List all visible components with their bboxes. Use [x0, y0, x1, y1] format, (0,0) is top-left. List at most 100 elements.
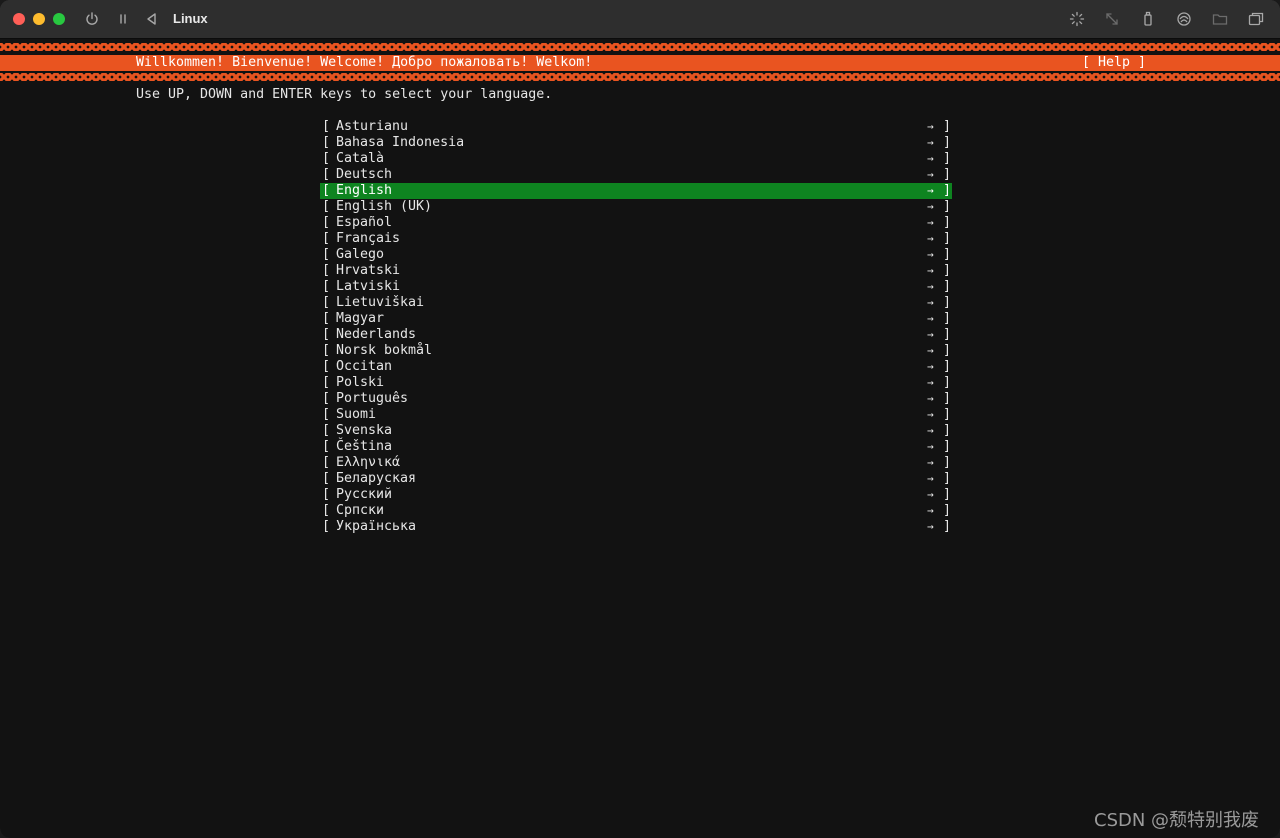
right-bracket: ] — [943, 151, 952, 166]
language-option[interactable]: [Asturianu →] — [320, 119, 952, 135]
minimize-window-button[interactable] — [33, 13, 45, 25]
language-option[interactable]: [Lietuviškai →] — [320, 295, 952, 311]
resize-icon[interactable] — [1102, 9, 1122, 29]
brightness-icon[interactable] — [1067, 9, 1087, 29]
right-bracket: ] — [943, 455, 952, 470]
vm-window: Linux Willkommen! Bienvenue! Welcome! До… — [0, 0, 1280, 838]
language-label: Беларуская — [336, 471, 417, 486]
left-bracket: [ — [322, 311, 331, 326]
right-bracket: ] — [943, 199, 952, 214]
language-label: Polski — [336, 375, 385, 390]
arrow-icon: → — [927, 456, 934, 469]
language-option[interactable]: [Deutsch →] — [320, 167, 952, 183]
left-bracket: [ — [322, 375, 331, 390]
arrow-icon: → — [927, 136, 934, 149]
left-bracket: [ — [322, 247, 331, 262]
right-bracket: ] — [943, 263, 952, 278]
left-bracket: [ — [322, 263, 331, 278]
language-option[interactable]: [Čeština →] — [320, 439, 952, 455]
language-option[interactable]: [Русский →] — [320, 487, 952, 503]
left-bracket: [ — [322, 215, 331, 230]
language-option[interactable]: [ English →] — [320, 183, 952, 199]
right-bracket: ] — [943, 439, 952, 454]
language-option[interactable]: [Bahasa Indonesia →] — [320, 135, 952, 151]
installer-console[interactable]: Willkommen! Bienvenue! Welcome! Добро по… — [0, 39, 1280, 838]
language-label: Galego — [336, 247, 385, 262]
language-label: Norsk bokmål — [336, 343, 433, 358]
language-option[interactable]: [Српски →] — [320, 503, 952, 519]
right-bracket: ] — [943, 519, 952, 534]
right-bracket: ] — [943, 183, 952, 198]
language-option[interactable]: [Norsk bokmål →] — [320, 343, 952, 359]
left-bracket: [ — [322, 423, 331, 438]
left-bracket: [ — [322, 391, 331, 406]
top-diamond-border — [0, 41, 1280, 53]
arrow-icon: → — [927, 376, 934, 389]
language-option[interactable]: [Català →] — [320, 151, 952, 167]
arrow-icon: → — [927, 472, 934, 485]
language-option[interactable]: [Polski →] — [320, 375, 952, 391]
language-label: Ελληνικά — [336, 455, 401, 470]
language-option[interactable]: [Svenska →] — [320, 423, 952, 439]
right-bracket: ] — [943, 407, 952, 422]
left-bracket: [ — [322, 183, 331, 198]
welcome-text: Willkommen! Bienvenue! Welcome! Добро по… — [136, 55, 593, 70]
back-icon[interactable] — [142, 9, 162, 29]
language-label: Deutsch — [336, 167, 393, 182]
arrow-icon: → — [927, 504, 934, 517]
arrow-icon: → — [927, 328, 934, 341]
language-option[interactable]: [Français →] — [320, 231, 952, 247]
language-label: English (UK) — [336, 199, 433, 214]
left-bracket: [ — [322, 343, 331, 358]
windows-icon[interactable] — [1246, 9, 1266, 29]
arrow-icon: → — [927, 360, 934, 373]
language-label: English — [336, 183, 393, 198]
language-label: Українська — [336, 519, 417, 534]
language-option[interactable]: [Hrvatski →] — [320, 263, 952, 279]
language-option[interactable]: [Latviski →] — [320, 279, 952, 295]
close-window-button[interactable] — [13, 13, 25, 25]
left-bracket: [ — [322, 503, 331, 518]
right-bracket: ] — [943, 311, 952, 326]
language-option[interactable]: [English (UK) →] — [320, 199, 952, 215]
language-option[interactable]: [Galego →] — [320, 247, 952, 263]
folder-icon[interactable] — [1210, 9, 1230, 29]
language-option[interactable]: [Magyar →] — [320, 311, 952, 327]
arrow-icon: → — [927, 152, 934, 165]
language-label: Magyar — [336, 311, 385, 326]
language-option[interactable]: [Nederlands →] — [320, 327, 952, 343]
language-option[interactable]: [Occitan →] — [320, 359, 952, 375]
network-icon[interactable] — [1174, 9, 1194, 29]
right-bracket: ] — [943, 487, 952, 502]
help-button[interactable]: [ Help ] — [1082, 55, 1146, 71]
right-bracket: ] — [943, 359, 952, 374]
zoom-window-button[interactable] — [53, 13, 65, 25]
arrow-icon: → — [927, 216, 934, 229]
arrow-icon: → — [927, 408, 934, 421]
right-bracket: ] — [943, 231, 952, 246]
pause-icon[interactable] — [113, 9, 133, 29]
right-bracket: ] — [943, 343, 952, 358]
left-bracket: [ — [322, 359, 331, 374]
right-bracket: ] — [943, 135, 952, 150]
right-bracket: ] — [943, 391, 952, 406]
language-label: Lietuviškai — [336, 295, 425, 310]
language-option[interactable]: [Suomi →] — [320, 407, 952, 423]
language-option[interactable]: [ Ελληνικά →] — [320, 455, 952, 471]
arrow-icon: → — [927, 184, 934, 197]
language-option[interactable]: [Беларуская →] — [320, 471, 952, 487]
language-option[interactable]: [Português →] — [320, 391, 952, 407]
usb-icon[interactable] — [1138, 9, 1158, 29]
right-bracket: ] — [943, 215, 952, 230]
language-option[interactable]: [Українська →] — [320, 519, 952, 535]
left-bracket: [ — [322, 295, 331, 310]
arrow-icon: → — [927, 232, 934, 245]
language-label: Français — [336, 231, 401, 246]
left-bracket: [ — [322, 279, 331, 294]
window-title: Linux — [173, 11, 208, 26]
language-option[interactable]: [Español →] — [320, 215, 952, 231]
right-bracket: ] — [943, 279, 952, 294]
arrow-icon: → — [927, 296, 934, 309]
left-bracket: [ — [322, 455, 331, 470]
power-icon[interactable] — [82, 9, 102, 29]
